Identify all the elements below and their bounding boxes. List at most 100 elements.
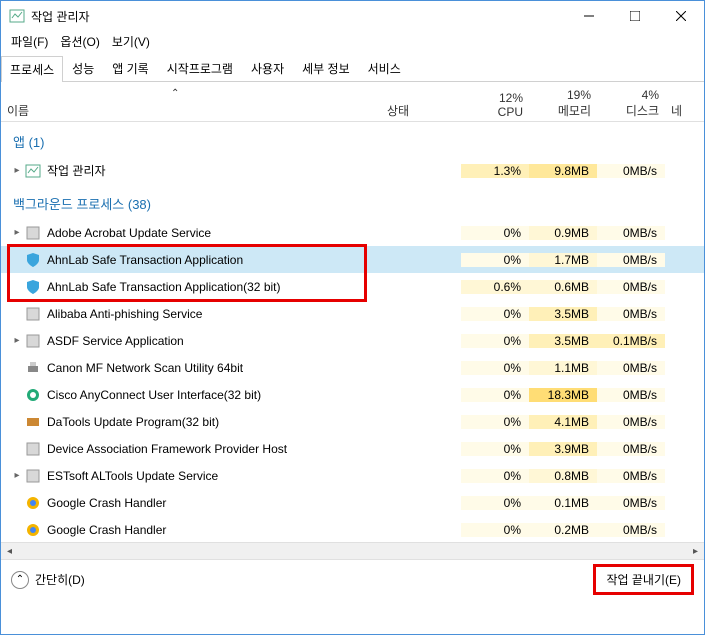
col-mem-pct: 19% [535,88,591,102]
process-name: ASDF Service Application [47,334,184,348]
menu-options[interactable]: 옵션(O) [60,33,99,50]
cell-mem: 0.9MB [529,226,597,240]
fewer-details-label[interactable]: 간단히(D) [35,571,85,588]
process-row[interactable]: Google Crash Handler0%0.1MB0MB/s [1,489,704,516]
col-status-label: 상태 [387,104,409,118]
expand-icon[interactable]: ▸ [11,335,23,346]
process-row[interactable]: DaTools Update Program(32 bit)0%4.1MB0MB… [1,408,704,435]
close-button[interactable] [658,1,704,31]
fewer-details-icon[interactable]: ⌃ [11,571,29,589]
cell-cpu: 0.6% [461,280,529,294]
end-task-button[interactable]: 작업 끝내기(E) [593,564,694,595]
cell-name: Google Crash Handler [1,495,381,511]
expand-icon[interactable]: ▸ [11,165,23,176]
cell-mem: 1.1MB [529,361,597,375]
cell-disk: 0MB/s [597,361,665,375]
process-name: Google Crash Handler [47,496,166,510]
col-net-label: 네 [671,104,682,118]
process-name: Canon MF Network Scan Utility 64bit [47,361,243,375]
cell-cpu: 0% [461,307,529,321]
tab-1[interactable]: 성능 [63,55,103,81]
group-title: 백그라운드 프로세스 (38) [1,184,704,219]
process-name: Alibaba Anti-phishing Service [47,307,202,321]
process-name: 작업 관리자 [47,162,106,179]
process-name: Device Association Framework Provider Ho… [47,442,287,456]
process-row[interactable]: ▸ESTsoft ALTools Update Service 0%0.8MB0M… [1,462,704,489]
cell-cpu: 0% [461,469,529,483]
col-mem[interactable]: 19% 메모리 [529,88,597,119]
col-net[interactable]: 네 [665,102,688,119]
cell-name: ▸ 작업 관리자 [1,162,381,179]
process-row[interactable]: Device Association Framework Provider Ho… [1,435,704,462]
process-name: Adobe Acrobat Update Service [47,226,211,240]
expand-icon[interactable]: ▸ [11,227,23,238]
google-icon [25,522,41,538]
cell-disk: 0MB/s [597,496,665,510]
process-row[interactable]: AhnLab Safe Transaction Application(32 b… [1,273,704,300]
group-title: 앱 (1) [1,122,704,157]
cell-mem: 3.9MB [529,442,597,456]
menu-view[interactable]: 보기(V) [112,33,150,50]
cell-cpu: 0% [461,253,529,267]
cell-name: Cisco AnyConnect User Interface(32 bit) [1,387,381,403]
cell-disk: 0.1MB/s [597,334,665,348]
cell-cpu: 0% [461,442,529,456]
process-list[interactable]: 앱 (1)▸작업 관리자1.3%9.8MB0MB/s백그라운드 프로세스 (38… [1,122,704,542]
col-disk-pct: 4% [603,88,659,102]
process-row[interactable]: Google Crash Handler0%0.2MB0MB/s [1,516,704,542]
cell-name: ▸ESTsoft ALTools Update Service [1,468,381,484]
expand-icon[interactable]: ▸ [11,470,23,481]
google-icon [25,495,41,511]
cell-mem: 0.8MB [529,469,597,483]
scroll-right-icon[interactable]: ▸ [687,543,704,560]
generic-icon [25,468,41,484]
cell-cpu: 0% [461,415,529,429]
cell-disk: 0MB/s [597,280,665,294]
tabbar: 프로세스성능앱 기록시작프로그램사용자세부 정보서비스 [1,55,704,82]
cell-name: Device Association Framework Provider Ho… [1,441,381,457]
cell-mem: 0.2MB [529,523,597,537]
tab-2[interactable]: 앱 기록 [103,55,157,81]
cell-cpu: 0% [461,523,529,537]
generic-icon [25,441,41,457]
col-name[interactable]: ⌃ 이름 [1,102,381,119]
col-status[interactable]: 상태 [381,102,461,119]
tab-3[interactable]: 시작프로그램 [158,55,242,81]
tab-6[interactable]: 서비스 [359,55,410,81]
cell-cpu: 0% [461,496,529,510]
col-disk-label: 디스크 [603,102,659,119]
cell-name: AhnLab Safe Transaction Application [1,252,381,268]
process-row[interactable]: Alibaba Anti-phishing Service0%3.5MB0MB/… [1,300,704,327]
cell-disk: 0MB/s [597,164,665,178]
scroll-left-icon[interactable]: ◂ [1,543,18,560]
cell-disk: 0MB/s [597,415,665,429]
col-disk[interactable]: 4% 디스크 [597,88,665,119]
menubar: 파일(F) 옵션(O) 보기(V) [1,31,704,51]
process-row[interactable]: AhnLab Safe Transaction Application0%1.7… [1,246,704,273]
horizontal-scrollbar[interactable]: ◂ ▸ [1,542,704,559]
process-row[interactable]: ▸Adobe Acrobat Update Service0%0.9MB0MB/… [1,219,704,246]
cell-name: AhnLab Safe Transaction Application(32 b… [1,279,381,295]
cell-name: Alibaba Anti-phishing Service [1,306,381,322]
generic-icon [25,225,41,241]
tab-4[interactable]: 사용자 [242,55,293,81]
maximize-button[interactable] [612,1,658,31]
titlebar: 작업 관리자 [1,1,704,31]
cell-disk: 0MB/s [597,469,665,483]
cell-disk: 0MB/s [597,226,665,240]
col-cpu[interactable]: 12% CPU [461,91,529,119]
cell-disk: 0MB/s [597,253,665,267]
menu-file[interactable]: 파일(F) [11,33,48,50]
tab-0[interactable]: 프로세스 [1,56,63,82]
minimize-button[interactable] [566,1,612,31]
col-mem-label: 메모리 [535,102,591,119]
cell-name: ▸ ASDF Service Application [1,333,381,349]
process-row[interactable]: ▸작업 관리자1.3%9.8MB0MB/s [1,157,704,184]
cell-cpu: 0% [461,388,529,402]
process-row[interactable]: Cisco AnyConnect User Interface(32 bit) 0… [1,381,704,408]
tab-5[interactable]: 세부 정보 [293,55,359,81]
process-row[interactable]: Canon MF Network Scan Utility 64bit0%1.1… [1,354,704,381]
cell-name: ▸ Adobe Acrobat Update Service [1,225,381,241]
cell-disk: 0MB/s [597,523,665,537]
process-row[interactable]: ▸ASDF Service Application0%3.5MB0.1MB/s [1,327,704,354]
